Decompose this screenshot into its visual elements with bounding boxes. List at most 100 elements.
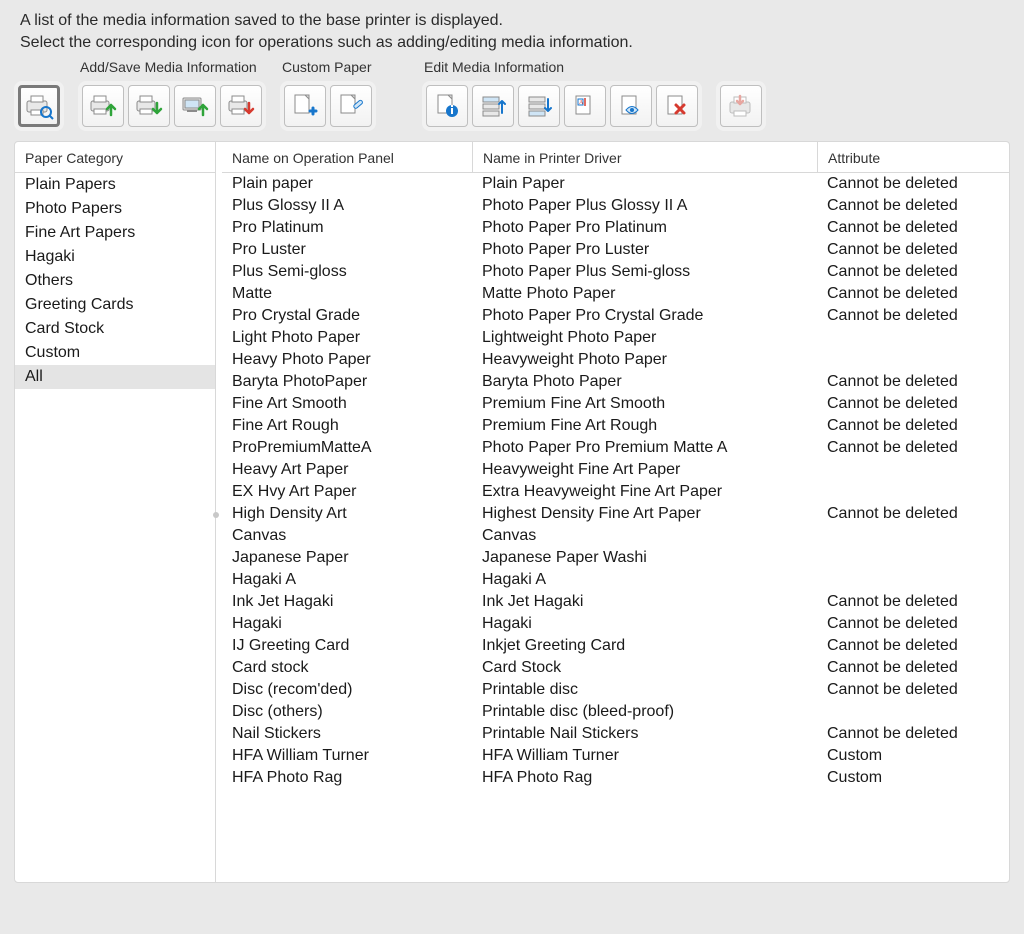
rename-button[interactable]: A — [564, 85, 606, 127]
cell-op: Light Photo Paper — [222, 327, 472, 349]
table-row[interactable]: Pro PlatinumPhoto Paper Pro PlatinumCann… — [222, 217, 1009, 239]
list-up-icon — [480, 93, 506, 119]
cell-drv: Heavyweight Photo Paper — [472, 349, 817, 371]
svg-text:A: A — [579, 100, 584, 106]
toolbar-group-apply — [716, 59, 766, 131]
import-media-button[interactable] — [128, 85, 170, 127]
cell-drv: Premium Fine Art Smooth — [472, 393, 817, 415]
table-row[interactable]: Ink Jet HagakiInk Jet HagakiCannot be de… — [222, 591, 1009, 613]
refresh-media-button[interactable] — [18, 85, 60, 127]
cell-attr: Cannot be deleted — [817, 635, 1009, 657]
cell-attr: Cannot be deleted — [817, 173, 1009, 195]
table-row[interactable]: Plus Glossy II APhoto Paper Plus Glossy … — [222, 195, 1009, 217]
cell-op: Disc (recom'ded) — [222, 679, 472, 701]
sidebar-item[interactable]: Fine Art Papers — [15, 221, 215, 245]
table-row[interactable]: Plus Semi-glossPhoto Paper Plus Semi-glo… — [222, 261, 1009, 283]
show-hide-button[interactable] — [610, 85, 652, 127]
table-body: Plain paperPlain PaperCannot be deletedP… — [222, 173, 1009, 789]
sidebar-item[interactable]: Greeting Cards — [15, 293, 215, 317]
cell-op: Hagaki A — [222, 569, 472, 591]
table-row[interactable]: Hagaki AHagaki A — [222, 569, 1009, 591]
cell-op: Ink Jet Hagaki — [222, 591, 472, 613]
content-pane: Paper Category Plain PapersPhoto PapersF… — [14, 141, 1010, 883]
sidebar-item[interactable]: Others — [15, 269, 215, 293]
column-header-attr[interactable]: Attribute — [817, 142, 1009, 172]
column-header-op[interactable]: Name on Operation Panel — [222, 142, 472, 172]
table-row[interactable]: HFA Photo RagHFA Photo RagCustom — [222, 767, 1009, 789]
sidebar-list: Plain PapersPhoto PapersFine Art PapersH… — [15, 173, 215, 389]
table-row[interactable]: Fine Art SmoothPremium Fine Art SmoothCa… — [222, 393, 1009, 415]
cell-attr: Cannot be deleted — [817, 723, 1009, 745]
table-row[interactable]: High Density ArtHighest Density Fine Art… — [222, 503, 1009, 525]
toolbar-group-label-empty — [14, 59, 64, 77]
cell-drv: Baryta Photo Paper — [472, 371, 817, 393]
cell-attr: Cannot be deleted — [817, 195, 1009, 217]
table-row[interactable]: Disc (others)Printable disc (bleed-proof… — [222, 701, 1009, 723]
toolbar-group-label-empty-2 — [716, 59, 766, 77]
table-row[interactable]: Pro Crystal GradePhoto Paper Pro Crystal… — [222, 305, 1009, 327]
cell-drv: Photo Paper Pro Platinum — [472, 217, 817, 239]
table-row[interactable]: Disc (recom'ded)Printable discCannot be … — [222, 679, 1009, 701]
import-from-pc-button[interactable] — [220, 85, 262, 127]
table-row[interactable]: Nail StickersPrintable Nail StickersCann… — [222, 723, 1009, 745]
media-table: Name on Operation Panel Name in Printer … — [222, 142, 1009, 882]
table-row[interactable]: ProPremiumMatteAPhoto Paper Pro Premium … — [222, 437, 1009, 459]
sidebar-item[interactable]: Hagaki — [15, 245, 215, 269]
cell-drv: Hagaki — [472, 613, 817, 635]
sidebar-item[interactable]: All — [15, 365, 215, 389]
table-row[interactable]: IJ Greeting CardInkjet Greeting CardCann… — [222, 635, 1009, 657]
table-row[interactable]: Baryta PhotoPaperBaryta Photo PaperCanno… — [222, 371, 1009, 393]
cell-op: Plus Glossy II A — [222, 195, 472, 217]
table-row[interactable]: Heavy Art PaperHeavyweight Fine Art Pape… — [222, 459, 1009, 481]
table-row[interactable]: EX Hvy Art PaperExtra Heavyweight Fine A… — [222, 481, 1009, 503]
cell-attr: Custom — [817, 745, 1009, 767]
table-row[interactable]: HagakiHagakiCannot be deleted — [222, 613, 1009, 635]
cell-op: Pro Platinum — [222, 217, 472, 239]
column-header-drv[interactable]: Name in Printer Driver — [472, 142, 817, 172]
table-row[interactable]: CanvasCanvas — [222, 525, 1009, 547]
table-row[interactable]: Pro LusterPhoto Paper Pro LusterCannot b… — [222, 239, 1009, 261]
printer-down-icon — [135, 93, 163, 119]
cell-drv: Ink Jet Hagaki — [472, 591, 817, 613]
cell-op: Nail Stickers — [222, 723, 472, 745]
toolbar-label-addsave: Add/Save Media Information — [78, 59, 266, 77]
table-row[interactable]: HFA William TurnerHFA William TurnerCust… — [222, 745, 1009, 767]
media-info-button[interactable] — [426, 85, 468, 127]
toolbar-label-custom: Custom Paper — [280, 59, 376, 77]
cell-drv: Heavyweight Fine Art Paper — [472, 459, 817, 481]
pane-divider[interactable] — [216, 142, 222, 882]
cell-attr: Custom — [817, 767, 1009, 789]
table-row[interactable]: Japanese PaperJapanese Paper Washi — [222, 547, 1009, 569]
sidebar-item[interactable]: Card Stock — [15, 317, 215, 341]
cell-drv: Canvas — [472, 525, 817, 547]
export-to-pc-button[interactable] — [174, 85, 216, 127]
apply-to-printer-button[interactable] — [720, 85, 762, 127]
table-row[interactable]: Fine Art RoughPremium Fine Art RoughCann… — [222, 415, 1009, 437]
sidebar-item[interactable]: Custom — [15, 341, 215, 365]
cell-attr: Cannot be deleted — [817, 503, 1009, 525]
sidebar: Paper Category Plain PapersPhoto PapersF… — [15, 142, 216, 882]
sidebar-item[interactable]: Plain Papers — [15, 173, 215, 197]
table-row[interactable]: MatteMatte Photo PaperCannot be deleted — [222, 283, 1009, 305]
export-media-button[interactable] — [82, 85, 124, 127]
cell-attr: Cannot be deleted — [817, 415, 1009, 437]
cell-op: Hagaki — [222, 613, 472, 635]
cell-drv: Extra Heavyweight Fine Art Paper — [472, 481, 817, 503]
table-row[interactable]: Card stockCard StockCannot be deleted — [222, 657, 1009, 679]
move-down-button[interactable] — [518, 85, 560, 127]
add-custom-paper-button[interactable] — [284, 85, 326, 127]
cell-attr: Cannot be deleted — [817, 613, 1009, 635]
move-up-button[interactable] — [472, 85, 514, 127]
table-row[interactable]: Light Photo PaperLightweight Photo Paper — [222, 327, 1009, 349]
cell-op: Baryta PhotoPaper — [222, 371, 472, 393]
edit-custom-paper-button[interactable] — [330, 85, 372, 127]
table-row[interactable]: Plain paperPlain PaperCannot be deleted — [222, 173, 1009, 195]
page-eye-icon — [618, 93, 644, 119]
toolbar-label-edit: Edit Media Information — [422, 59, 702, 77]
cell-op: Disc (others) — [222, 701, 472, 723]
cell-attr: Cannot be deleted — [817, 437, 1009, 459]
delete-button[interactable] — [656, 85, 698, 127]
cell-drv: HFA William Turner — [472, 745, 817, 767]
sidebar-item[interactable]: Photo Papers — [15, 197, 215, 221]
table-row[interactable]: Heavy Photo PaperHeavyweight Photo Paper — [222, 349, 1009, 371]
